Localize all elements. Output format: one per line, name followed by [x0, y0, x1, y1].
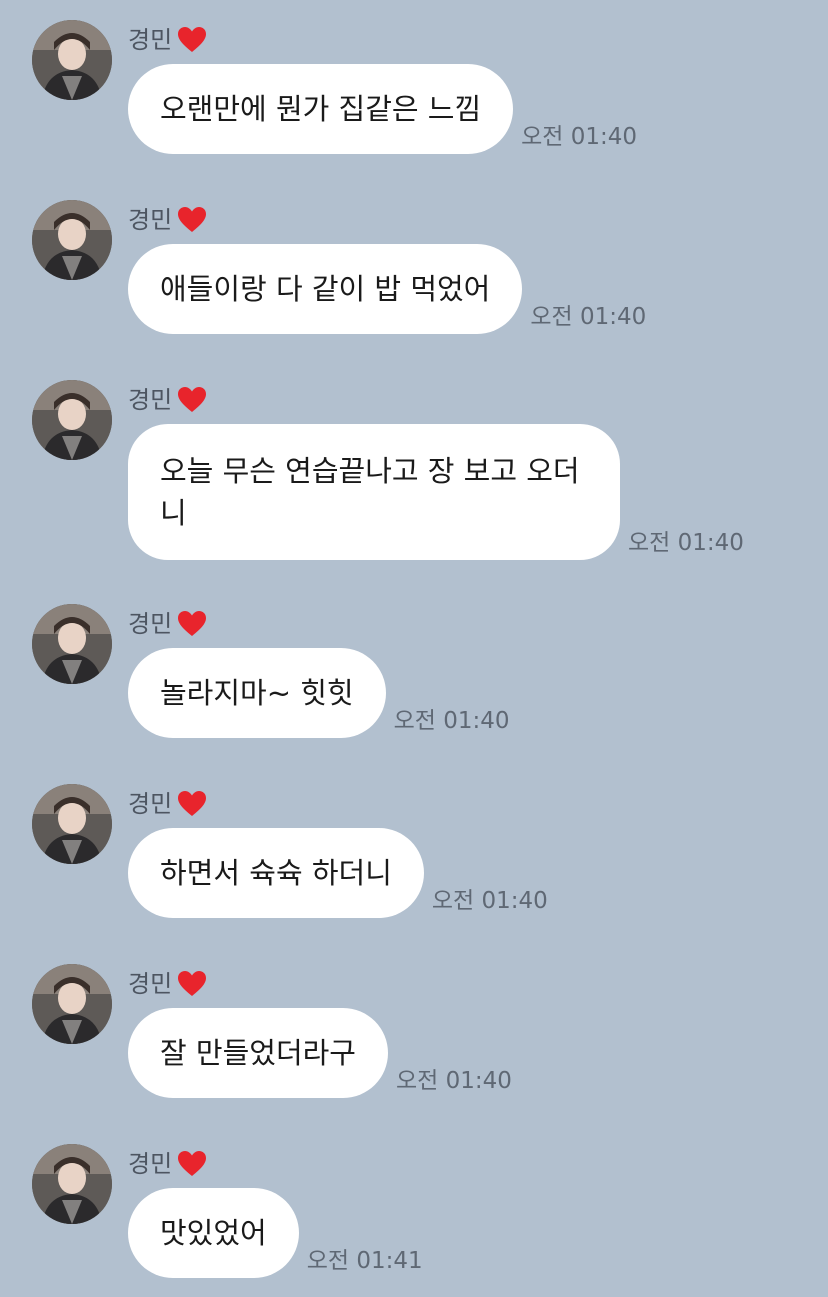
message-bubble[interactable]: 잘 만들었더라구: [128, 1008, 388, 1098]
message-bubble[interactable]: 오늘 무슨 연습끝나고 장 보고 오더니: [128, 424, 620, 560]
message-bubble[interactable]: 오랜만에 뭔가 집같은 느낌: [128, 64, 514, 154]
red-heart-icon: [176, 788, 208, 820]
sender-avatar[interactable]: [32, 964, 112, 1044]
sender-name: 경민: [128, 26, 173, 54]
message-timestamp: 오전 01:40: [393, 708, 510, 734]
sender-name: 경민: [128, 386, 173, 414]
sender-name: 경민: [128, 206, 173, 234]
sender-avatar[interactable]: [32, 20, 112, 100]
sender-avatar[interactable]: [32, 200, 112, 280]
sender-name: 경민: [128, 1150, 173, 1178]
message-bubble[interactable]: 하면서 슉슉 하더니: [128, 828, 424, 918]
red-heart-icon: [176, 968, 208, 1000]
sender-label: 경민: [128, 786, 208, 822]
message-bubble[interactable]: 맛있었어: [128, 1188, 299, 1278]
message-bubble[interactable]: 애들이랑 다 같이 밥 먹었어: [128, 244, 523, 334]
sender-label: 경민: [128, 202, 208, 238]
sender-label: 경민: [128, 22, 208, 58]
sender-label: 경민: [128, 382, 208, 418]
sender-avatar[interactable]: [32, 380, 112, 460]
sender-name: 경민: [128, 610, 173, 638]
sender-avatar[interactable]: [32, 784, 112, 864]
sender-label: 경민: [128, 1146, 208, 1182]
red-heart-icon: [176, 204, 208, 236]
sender-avatar[interactable]: [32, 1144, 112, 1224]
sender-label: 경민: [128, 606, 208, 642]
message-timestamp: 오전 01:40: [628, 530, 744, 556]
red-heart-icon: [176, 1148, 208, 1180]
message-bubble[interactable]: 놀라지마~ 힛힛: [128, 648, 386, 738]
red-heart-icon: [176, 608, 208, 640]
red-heart-icon: [176, 24, 208, 56]
message-timestamp: 오전 01:41: [306, 1248, 423, 1274]
message-timestamp: 오전 01:40: [521, 124, 638, 150]
sender-name: 경민: [128, 790, 173, 818]
message-timestamp: 오전 01:40: [431, 888, 548, 914]
sender-name: 경민: [128, 970, 173, 998]
chat-message-list[interactable]: 경민 오랜만에 뭔가 집같은 느낌 오전 01:40 경민 애들이랑 다 같이 …: [0, 0, 828, 1297]
message-timestamp: 오전 01:40: [530, 304, 647, 330]
message-timestamp: 오전 01:40: [395, 1068, 512, 1094]
sender-label: 경민: [128, 966, 208, 1002]
red-heart-icon: [176, 384, 208, 416]
sender-avatar[interactable]: [32, 604, 112, 684]
